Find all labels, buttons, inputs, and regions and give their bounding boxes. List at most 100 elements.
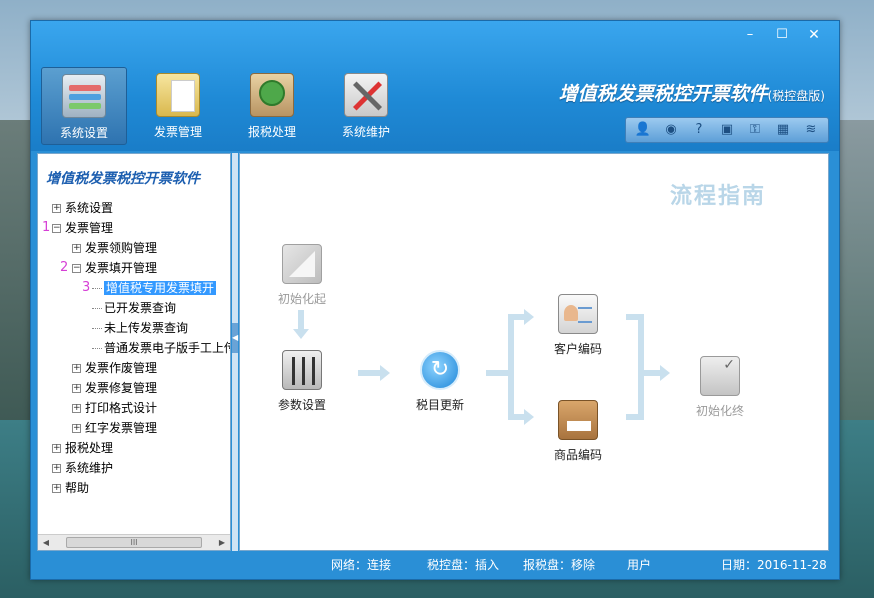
tree-item-issued-query[interactable]: 已开发票查询 bbox=[38, 298, 230, 318]
scroll-right-icon[interactable]: ▶ bbox=[216, 537, 228, 548]
toolbar-label: 系统设置 bbox=[59, 126, 108, 140]
expand-icon[interactable]: + bbox=[52, 204, 61, 213]
flow-node-params[interactable]: 参数设置 bbox=[262, 350, 342, 413]
scroll-thumb[interactable]: III bbox=[66, 537, 202, 548]
maximize-button[interactable]: ☐ bbox=[767, 25, 797, 45]
tree-item-vat-special-fill[interactable]: 3 增值税专用发票填开 bbox=[38, 278, 230, 298]
tree-item-invoice-void[interactable]: + 发票作废管理 bbox=[38, 358, 230, 378]
arrow-right-1-head bbox=[380, 365, 390, 381]
toolbar-system-settings-button[interactable]: 系统设置 bbox=[41, 67, 127, 145]
tree-item-e-invoice-manual[interactable]: 普通发票电子版手工上传 bbox=[38, 338, 230, 358]
brand-title: 增值税发票税控开票软件 bbox=[558, 83, 768, 105]
flow-guide-title: 流程指南 bbox=[670, 184, 767, 209]
maintenance-tools-icon bbox=[344, 73, 388, 117]
toolbar-label: 系统维护 bbox=[341, 125, 390, 139]
flow-node-init-end[interactable]: 初始化终 bbox=[680, 356, 760, 419]
toolbar-system-maintenance-button[interactable]: 系统维护 bbox=[323, 67, 409, 145]
expand-icon[interactable]: + bbox=[52, 444, 61, 453]
horizontal-scrollbar[interactable]: ◀ III ▶ bbox=[38, 534, 230, 550]
checklist-icon bbox=[700, 356, 740, 396]
tree-connector bbox=[92, 308, 102, 309]
tree-label: 发票管理 bbox=[65, 221, 114, 235]
flow-node-label: 商品编码 bbox=[553, 448, 602, 462]
toolbar-tax-processing-button[interactable]: 报税处理 bbox=[229, 67, 315, 145]
arrow-branch-top-head bbox=[524, 309, 534, 325]
globe-icon[interactable]: ◉ bbox=[658, 120, 684, 140]
tree-item-invoice-purchase[interactable]: + 发票领购管理 bbox=[38, 238, 230, 258]
tree-label: 报税处理 bbox=[65, 441, 114, 455]
scroll-left-icon[interactable]: ◀ bbox=[40, 537, 52, 548]
close-button[interactable]: ✕ bbox=[799, 25, 829, 45]
step-marker-3: 3 bbox=[82, 280, 91, 295]
tree-item-help[interactable]: + 帮助 bbox=[38, 478, 230, 498]
expand-icon[interactable]: + bbox=[72, 244, 81, 253]
expand-icon[interactable]: + bbox=[72, 404, 81, 413]
tree-item-red-invoice[interactable]: + 红字发票管理 bbox=[38, 418, 230, 438]
tree-label: 发票领购管理 bbox=[85, 241, 158, 255]
sliders-icon bbox=[282, 350, 322, 390]
expand-icon[interactable]: + bbox=[72, 384, 81, 393]
user-icon[interactable]: 👤 bbox=[630, 120, 656, 140]
arrow-right-1 bbox=[358, 370, 380, 376]
tree-item-invoice-management[interactable]: 1− 发票管理 bbox=[38, 218, 230, 238]
arrow-merge-bottom bbox=[626, 414, 644, 420]
status-date: 日期：2016-11-28 bbox=[721, 558, 827, 572]
toolbar-label: 报税处理 bbox=[247, 125, 296, 139]
status-tax-disk: 税控盘：插入 bbox=[427, 558, 500, 572]
tree-label: 系统维护 bbox=[65, 461, 114, 475]
tree-connector bbox=[92, 348, 102, 349]
app-window: – ☐ ✕ 系统设置 发票管理 报税处理 系统维护 增值税发票税控开票软件(税控… bbox=[30, 20, 840, 580]
window-icon[interactable]: ▣ bbox=[714, 120, 740, 140]
package-box-icon bbox=[558, 400, 598, 440]
tree-item-system-maintenance[interactable]: + 系统维护 bbox=[38, 458, 230, 478]
tree-item-invoice-repair[interactable]: + 发票修复管理 bbox=[38, 378, 230, 398]
stack-icon[interactable]: ≋ bbox=[798, 120, 824, 140]
settings-panel-icon bbox=[62, 74, 106, 118]
calendar-lock-icon[interactable]: ▦ bbox=[770, 120, 796, 140]
main-toolbar: 系统设置 发票管理 报税处理 系统维护 bbox=[41, 67, 417, 145]
arrow-down bbox=[298, 310, 304, 330]
window-controls: – ☐ ✕ bbox=[735, 25, 829, 45]
tree-item-print-format[interactable]: + 打印格式设计 bbox=[38, 398, 230, 418]
tree-label-selected: 增值税专用发票填开 bbox=[104, 281, 217, 295]
minimize-button[interactable]: – bbox=[735, 25, 765, 45]
sidebar-title: 增值税发票税控开票软件 bbox=[46, 171, 200, 187]
contact-card-icon bbox=[558, 294, 598, 334]
tree-label: 发票作废管理 bbox=[85, 361, 158, 375]
collapse-sidebar-icon[interactable]: ◀ bbox=[232, 323, 238, 353]
arrow-merge-out bbox=[644, 370, 660, 376]
tree-item-invoice-fill[interactable]: 2− 发票填开管理 bbox=[38, 258, 230, 278]
tree-label: 普通发票电子版手工上传 bbox=[104, 341, 230, 355]
flow-node-init-start[interactable]: 初始化起 bbox=[262, 244, 342, 307]
flow-node-label: 客户编码 bbox=[553, 342, 602, 356]
collapse-icon[interactable]: − bbox=[52, 224, 61, 233]
key-icon[interactable]: ⚿ bbox=[742, 120, 768, 140]
arrow-merge-vertical bbox=[638, 314, 644, 420]
flow-node-tax-update[interactable]: 税目更新 bbox=[400, 350, 480, 413]
step-marker-1: 1 bbox=[42, 220, 51, 235]
flow-node-label: 初始化起 bbox=[277, 292, 326, 306]
toolbar-invoice-management-button[interactable]: 发票管理 bbox=[135, 67, 221, 145]
status-bar: 网络：连接 税控盘：插入 报税盘：移除 用户 日期：2016-11-28 bbox=[31, 549, 839, 579]
expand-icon[interactable]: + bbox=[52, 484, 61, 493]
panel-splitter[interactable]: ◀ bbox=[232, 153, 238, 551]
expand-icon[interactable]: + bbox=[72, 364, 81, 373]
flow-node-label: 税目更新 bbox=[415, 398, 464, 412]
tree-item-not-uploaded-query[interactable]: 未上传发票查询 bbox=[38, 318, 230, 338]
flow-node-client-code[interactable]: 客户编码 bbox=[538, 294, 618, 357]
tree-label: 发票填开管理 bbox=[85, 261, 158, 275]
flow-node-goods-code[interactable]: 商品编码 bbox=[538, 400, 618, 463]
tree-connector bbox=[92, 288, 102, 289]
expand-icon[interactable]: + bbox=[52, 464, 61, 473]
tree-label: 红字发票管理 bbox=[85, 421, 158, 435]
arrow-branch-stem bbox=[486, 370, 508, 376]
expand-icon[interactable]: + bbox=[72, 424, 81, 433]
tree-item-tax-processing[interactable]: + 报税处理 bbox=[38, 438, 230, 458]
title-bar: – ☐ ✕ 系统设置 发票管理 报税处理 系统维护 增值税发票税控开票软件(税控… bbox=[31, 21, 839, 151]
toolbar-label: 发票管理 bbox=[153, 125, 202, 139]
refresh-icon bbox=[420, 350, 460, 390]
collapse-icon[interactable]: − bbox=[72, 264, 81, 273]
help-icon[interactable]: ? bbox=[686, 120, 712, 140]
flow-guide-panel: 流程指南 初始化起 参数设置 税目更新 bbox=[239, 153, 829, 551]
tree-item-system-settings[interactable]: + 系统设置 bbox=[38, 198, 230, 218]
